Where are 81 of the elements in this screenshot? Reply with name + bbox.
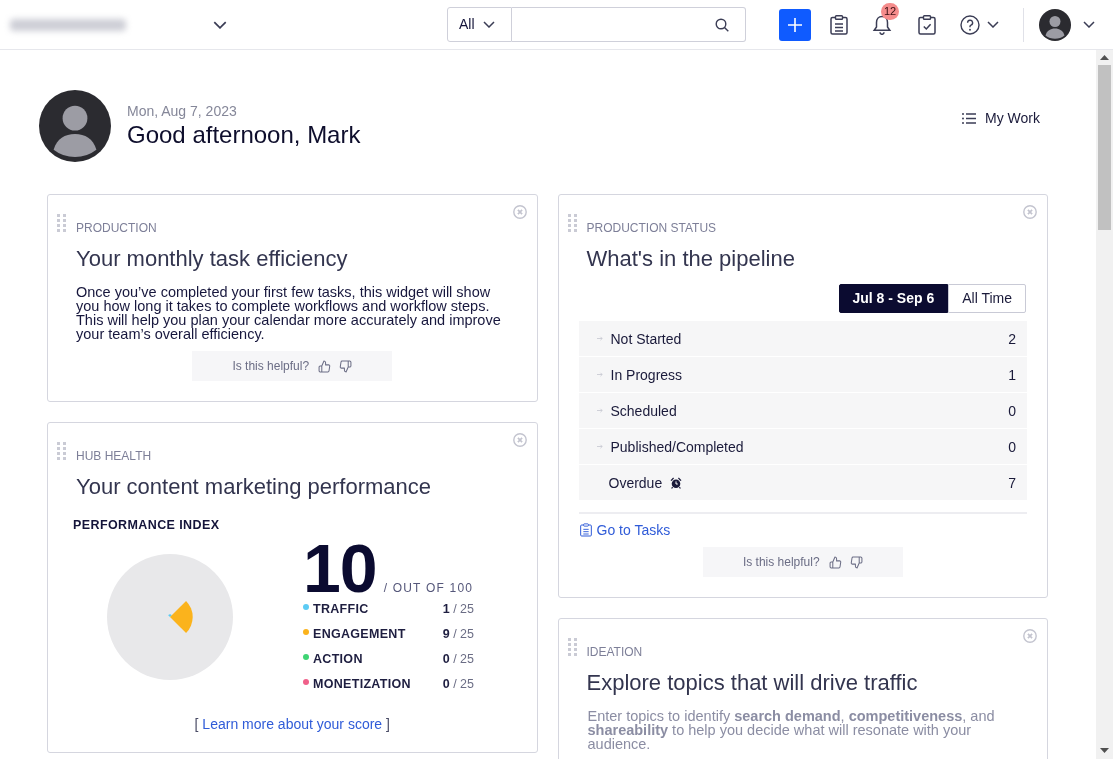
status-row[interactable]: Scheduled 0 [578,393,1027,428]
clipboard-check-icon[interactable] [918,14,936,35]
status-count: 1 [1008,365,1016,384]
widget-label: HUB HEALTH [76,449,152,463]
scrollbar-thumb[interactable] [1098,65,1111,230]
go-to-tasks-link[interactable]: Go to Tasks [579,521,671,539]
widget-description: Enter topics to identify search demand, competitiveness, and shareability to help you decide what will resonate with your audience. [587,709,996,751]
legend-label: ENGAGEMENT [313,626,406,641]
widget-title: What's in the pipeline [586,245,795,273]
status-count: 2 [1008,329,1016,348]
drag-handle-icon[interactable] [567,214,577,232]
drag-handle-icon[interactable] [567,638,577,656]
drag-handle-icon[interactable] [57,214,66,232]
greeting-heading: Good afternoon, Mark [127,120,361,150]
thumbs-up-icon[interactable] [318,359,332,373]
widget-label: PRODUCTION [76,221,157,235]
thumbs-down-icon[interactable] [849,555,863,569]
clipboard-icon[interactable] [579,523,592,537]
chevron-down-icon[interactable] [1083,21,1095,28]
scroll-up-icon[interactable] [1100,55,1109,60]
search-icon[interactable] [715,17,729,32]
score-suffix: / OUT OF 100 [383,581,474,595]
widget-title: Your content marketing performance [76,473,432,501]
index-label: PERFORMANCE INDEX [73,518,220,532]
status-row[interactable]: Overdue 7 [578,465,1027,500]
status-label: Scheduled [610,401,677,420]
status-count: 7 [1008,473,1016,492]
chevron-down-icon[interactable] [213,20,227,29]
legend-score: 0 / 25 [442,651,474,666]
thumbs-up-icon[interactable] [828,555,842,569]
widget-title: Explore topics that will drive traffic [586,669,918,697]
date-text: Mon, Aug 7, 2023 [127,102,237,120]
status-row[interactable]: In Progress 1 [578,357,1027,392]
avatar[interactable] [1039,8,1071,41]
status-label: Not Started [610,329,682,348]
chevron-down-icon[interactable] [482,21,495,28]
feedback-prompt: Is this helpful? [232,359,310,373]
scope-dropdown[interactable]: All [447,7,512,42]
status-row[interactable]: Not Started 2 [578,321,1027,356]
legend-score: 0 / 25 [442,676,474,691]
avatar[interactable] [39,90,111,162]
thumbs-down-icon[interactable] [339,359,353,373]
score-value: 10 [303,540,377,596]
date-range-tab[interactable]: All Time [948,284,1026,313]
status-count: 0 [1008,437,1016,456]
clipboard-icon[interactable] [830,14,848,35]
widget-label: IDEATION [586,645,643,659]
add-button[interactable] [779,8,811,41]
learn-more-link[interactable]: Learn more about your score [202,716,383,732]
list-icon[interactable] [962,112,977,124]
legend-score: 9 / 25 [442,626,474,641]
drag-handle-icon[interactable] [57,442,66,460]
scrollbar-track[interactable] [1096,50,1113,759]
legend-label: MONETIZATION [313,676,411,691]
alarm-clock-icon [670,476,683,489]
arrow-right-icon [596,444,603,449]
widget-title: Your monthly task efficiency [76,245,348,273]
my-work-button[interactable]: My Work [962,108,1040,128]
help-icon[interactable] [960,14,980,35]
widget-description: Once you’ve completed your first few tasks, this widget will show you how long it takes to complete workflows and workflow steps. This will help you plan your calendar more accurately and improve your team’s overall efficiency. [76,285,502,341]
legend-score: 1 / 25 [442,601,474,616]
legend-label: ACTION [313,651,363,666]
legend-label: TRAFFIC [313,601,369,616]
arrow-right-icon [596,408,603,413]
date-range-tab[interactable]: Jul 8 - Sep 6 [838,284,949,313]
scroll-down-icon[interactable] [1100,748,1109,753]
arrow-right-icon [596,372,603,377]
chevron-down-icon[interactable] [987,21,999,28]
plus-icon[interactable] [788,17,802,32]
arrow-right-icon [596,336,603,341]
feedback-prompt: Is this helpful? [742,555,820,569]
learn-more-text: [ Learn more about your score ] [194,715,390,733]
status-label: Published/Completed [610,437,744,456]
widget-label: PRODUCTION STATUS [586,221,717,235]
status-label: Overdue [608,473,663,492]
status-count: 0 [1008,401,1016,420]
bell-icon[interactable] [872,14,892,35]
search-field[interactable] [512,7,746,42]
status-label: In Progress [610,365,683,384]
status-row[interactable]: Published/Completed 0 [578,429,1027,464]
notification-badge: 12 [881,2,900,20]
